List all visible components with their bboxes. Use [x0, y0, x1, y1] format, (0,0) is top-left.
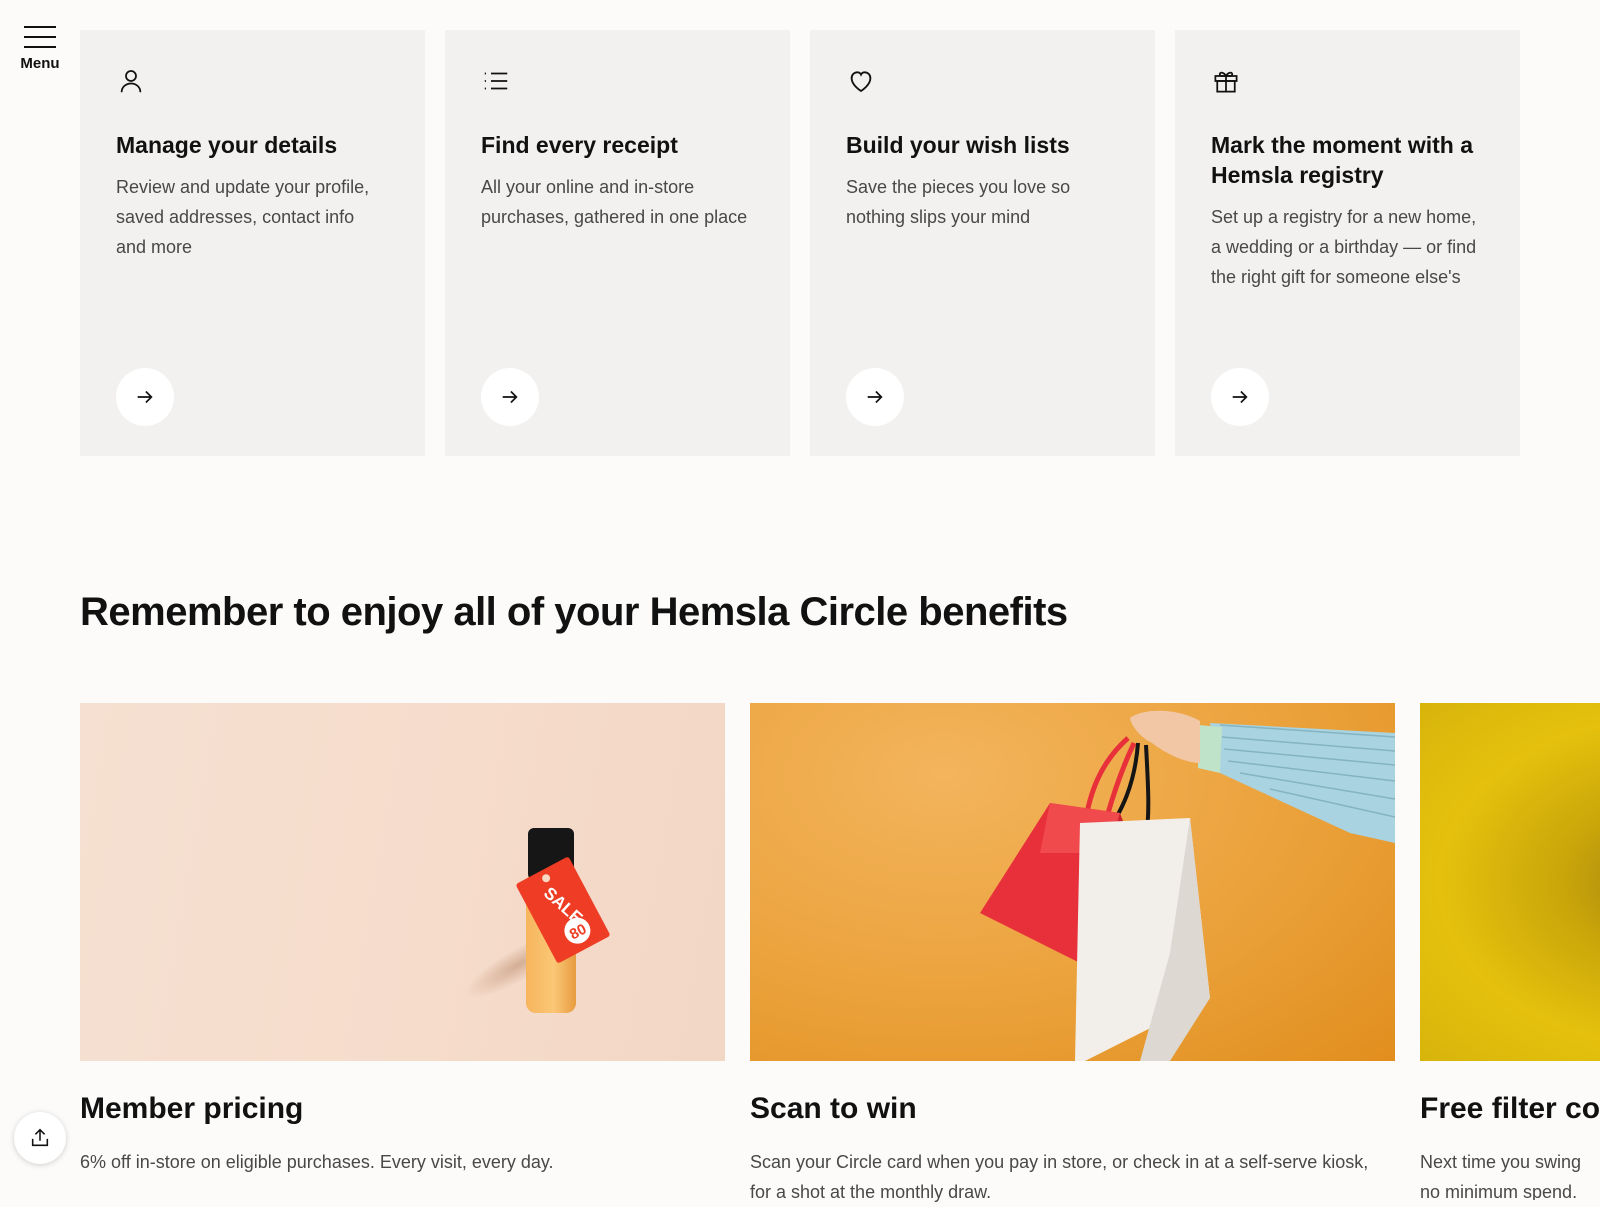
- benefit-title: Free filter cof: [1420, 1092, 1600, 1125]
- arrow-right-icon: [502, 390, 518, 404]
- menu-button[interactable]: Menu: [0, 26, 80, 72]
- benefit-card-free-filter-coffee[interactable]: Free filter cof Next time you swing no m…: [1420, 703, 1600, 1200]
- gift-icon: [1214, 71, 1238, 93]
- benefit-card-member-pricing[interactable]: SALE 80 Member pricing 6% off in-store o…: [80, 703, 725, 1172]
- hamburger-icon: [24, 26, 56, 48]
- benefit-image: [750, 703, 1395, 1061]
- card-title: Manage your details: [116, 132, 338, 158]
- menu-label: Menu: [20, 55, 60, 72]
- arrow-right-icon: [1232, 390, 1248, 404]
- benefit-description: Scan your Circle card when you pay in st…: [750, 1152, 1369, 1202]
- card-title: Build your wish lists: [846, 132, 1070, 158]
- card-title: Find every receipt: [481, 132, 678, 158]
- list-icon: [484, 72, 508, 90]
- account-card-wishlists[interactable]: Build your wish lists Save the pieces yo…: [810, 30, 1155, 456]
- card-description: All your online and in-store purchases, …: [481, 177, 748, 227]
- card-description: Set up a registry for a new home, a wedd…: [1211, 207, 1477, 287]
- card-description: Save the pieces you love so nothing slip…: [846, 177, 1071, 227]
- section-title: Remember to enjoy all of your Hemsla Cir…: [80, 590, 1068, 634]
- card-description: Review and update your profile, saved ad…: [116, 177, 370, 257]
- benefit-image: SALE 80: [80, 703, 725, 1061]
- share-button[interactable]: [14, 1112, 66, 1164]
- arrow-right-icon: [137, 390, 153, 404]
- card-arrow-button[interactable]: [1211, 368, 1269, 426]
- benefit-title: Scan to win: [750, 1092, 917, 1125]
- benefit-card-scan-to-win[interactable]: Scan to win Scan your Circle card when y…: [750, 703, 1395, 1202]
- card-arrow-button[interactable]: [481, 368, 539, 426]
- user-icon: [120, 70, 142, 93]
- account-card-receipts[interactable]: Find every receipt All your online and i…: [445, 30, 790, 456]
- heart-icon: [850, 71, 872, 93]
- benefit-title: Member pricing: [80, 1092, 304, 1125]
- account-card-registry[interactable]: Mark the moment with a Hemsla registry S…: [1175, 30, 1520, 456]
- account-card-details[interactable]: Manage your details Review and update yo…: [80, 30, 425, 456]
- card-arrow-button[interactable]: [846, 368, 904, 426]
- benefit-description: 6% off in-store on eligible purchases. E…: [80, 1152, 554, 1172]
- card-title: Mark the moment with a Hemsla registry: [1211, 132, 1473, 188]
- benefit-description: Next time you swing no minimum spend.: [1420, 1152, 1582, 1200]
- share-icon: [31, 1128, 49, 1147]
- arrow-right-icon: [867, 390, 883, 404]
- card-arrow-button[interactable]: [116, 368, 174, 426]
- benefit-image: [1420, 703, 1600, 1061]
